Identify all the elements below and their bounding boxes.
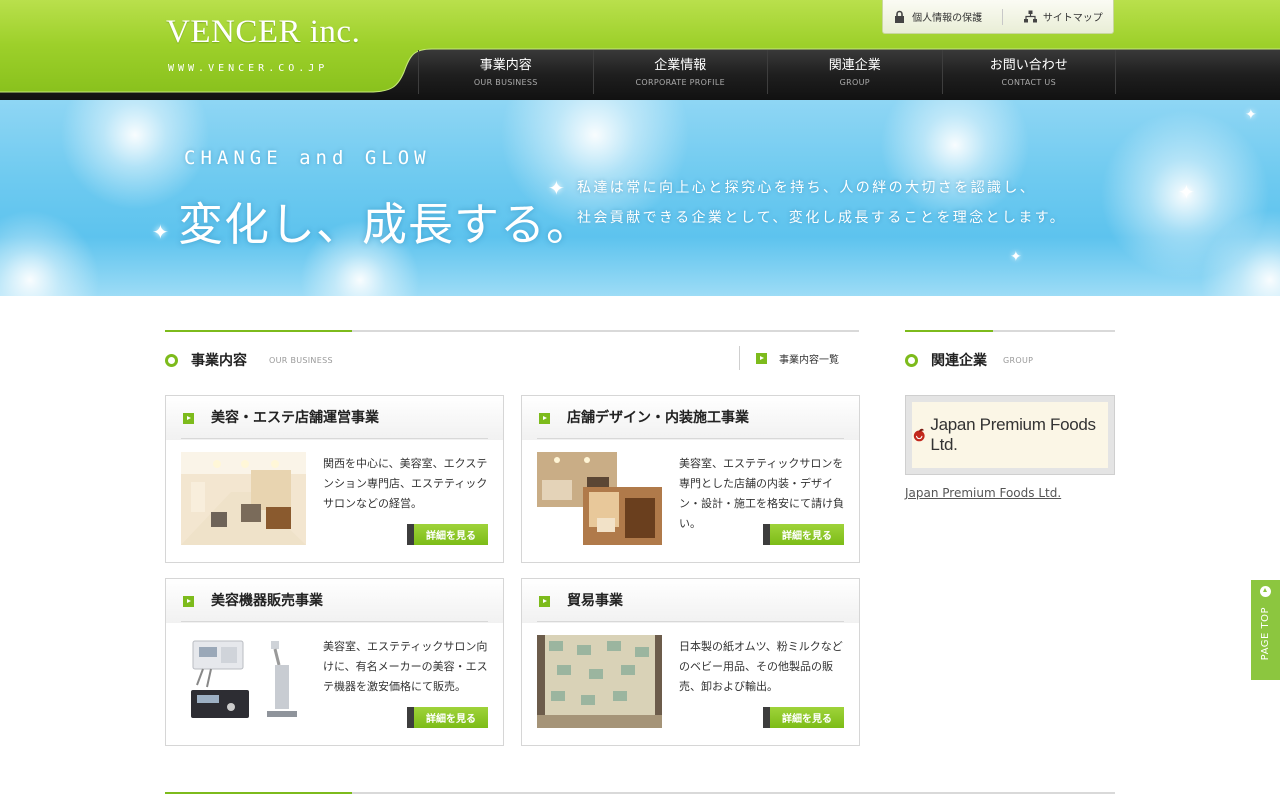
sitemap-link-label: サイトマップ [1042, 13, 1103, 24]
nav-corporate-profile[interactable]: 企業情報 CORPORATE PROFILE [592, 50, 768, 94]
rule-accent [905, 330, 993, 332]
business-section-header: 事業内容 OUR BUSINESS [165, 350, 333, 370]
arrow-icon [183, 413, 194, 424]
group-company-link[interactable]: Japan Premium Foods Ltd. [905, 486, 1061, 500]
nav-label: 事業内容 [479, 58, 532, 73]
card-divider [181, 438, 488, 439]
business-section-title: 事業内容 [191, 353, 247, 369]
arrow-icon [539, 596, 550, 607]
business-list-link[interactable]: 事業内容一覧 [739, 346, 839, 370]
card-title: 店舗デザイン・内装施工事業 [567, 410, 749, 426]
details-button-label: 詳細を見る [782, 531, 832, 542]
beauty-equipment-photo [181, 635, 306, 728]
nav-our-business[interactable]: 事業内容 OUR BUSINESS [418, 50, 593, 94]
privacy-link[interactable]: 個人情報の保護 [893, 9, 982, 24]
privacy-link-label: 個人情報の保護 [912, 13, 983, 24]
site-logo[interactable]: VENCER inc. [166, 14, 360, 51]
footer-section-rule [165, 792, 1115, 794]
card-title: 美容機器販売事業 [211, 593, 323, 609]
trade-goods-photo [537, 635, 662, 728]
star-decoration: ✦ [152, 220, 169, 244]
hero-banner: ✦ ✦ ✦ ✦ ✦ CHANGE and GLOW 変化し、成長する。 私達は常… [0, 100, 1280, 296]
card-header: 美容・エステ店舗運営事業 [166, 396, 503, 440]
card-description: 美容室、エステティックサロンを専門とした店舗の内装・デザイン・設計・施工を格安に… [679, 457, 844, 530]
utility-links: 個人情報の保護 サイトマップ [882, 0, 1114, 34]
sitemap-link[interactable]: サイトマップ [1023, 9, 1103, 24]
card-description: 関西を中心に、美容室、エクステンション専門店、エステティックサロンなどの経営。 [323, 457, 488, 510]
card-title: 美容・エステ店舗運営事業 [211, 410, 379, 426]
details-button-label: 詳細を見る [426, 714, 476, 725]
nav-sublabel: OUR BUSINESS [473, 78, 538, 87]
global-nav: 事業内容 OUR BUSINESS 企業情報 CORPORATE PROFILE… [418, 50, 1116, 94]
site-url: WWW.VENCER.CO.JP [168, 63, 329, 74]
nav-label: 企業情報 [654, 58, 707, 73]
business-card-beauty-equipment: 美容機器販売事業 美容室、エステティックサロン向けに、有名メーカーの美容・エステ… [165, 578, 504, 746]
nav-sublabel: GROUP [839, 78, 870, 87]
card-title: 貿易事業 [567, 593, 623, 609]
business-list-link-label: 事業内容一覧 [779, 354, 839, 366]
group-company-banner[interactable]: Japan Premium Foods Ltd. [905, 395, 1115, 475]
hero-philosophy-line1: 私達は常に向上心と探究心を持ち、人の絆の大切さを認識し、 [577, 180, 1037, 196]
arrow-icon [183, 596, 194, 607]
site-header: VENCER inc. WWW.VENCER.CO.JP 個人情報の保護 サイト… [0, 0, 1280, 100]
hero-subheading: CHANGE and GLOW [184, 147, 431, 169]
group-section-en: GROUP [1003, 355, 1034, 365]
details-button[interactable]: 詳細を見る [763, 707, 844, 728]
nav-label: お問い合わせ [989, 58, 1068, 73]
business-section-en: OUR BUSINESS [269, 355, 333, 365]
salon-interior-photo [181, 452, 306, 545]
leaf-logo-icon [913, 428, 925, 442]
nav-sublabel: CONTACT US [1001, 78, 1056, 87]
rule-accent [165, 330, 352, 332]
lock-icon [895, 10, 905, 23]
card-divider [537, 438, 844, 439]
sparkle-decoration [0, 210, 100, 296]
business-card-trade: 貿易事業 日本製の紙オムツ、粉ミルクなどのベビー用品、その他製品の販売、卸および… [521, 578, 860, 746]
nav-label: 関連企業 [828, 58, 881, 73]
hero-philosophy-line2: 社会貢献できる企業として、変化し成長することを理念とします。 [577, 210, 1067, 226]
details-button[interactable]: 詳細を見る [763, 524, 844, 545]
business-card-store-design: 店舗デザイン・内装施工事業 美容室、エステティックサロンを専門とした店舗の内装・… [521, 395, 860, 563]
details-button[interactable]: 詳細を見る [407, 524, 488, 545]
group-logo-text: Japan Premium Foods Ltd. [930, 415, 1096, 454]
page-top-button[interactable]: PAGE TOP [1251, 580, 1280, 680]
group-logo-area: Japan Premium Foods Ltd. [912, 402, 1108, 468]
star-decoration: ✦ [1178, 180, 1195, 204]
hero-heading: 変化し、成長する。 [178, 198, 593, 251]
sparkle-decoration [880, 100, 1030, 220]
nav-contact-us[interactable]: お問い合わせ CONTACT US [941, 50, 1116, 94]
utility-separator [1002, 8, 1004, 25]
nav-sublabel: CORPORATE PROFILE [635, 78, 725, 87]
sitemap-icon [1023, 10, 1037, 23]
details-button[interactable]: 詳細を見る [407, 707, 488, 728]
group-section-rule [905, 330, 1115, 332]
arrow-icon [539, 413, 550, 424]
card-header: 貿易事業 [522, 579, 859, 623]
group-section-header: 関連企業 GROUP [905, 350, 1033, 370]
business-section-rule [165, 330, 859, 332]
details-button-label: 詳細を見る [426, 531, 476, 542]
card-divider [181, 621, 488, 622]
group-section-title: 関連企業 [931, 353, 987, 369]
card-header: 美容機器販売事業 [166, 579, 503, 623]
card-header: 店舗デザイン・内装施工事業 [522, 396, 859, 440]
nav-group[interactable]: 関連企業 GROUP [767, 50, 942, 94]
card-divider [537, 621, 844, 622]
section-bullet-icon [905, 353, 918, 367]
card-description: 日本製の紙オムツ、粉ミルクなどのベビー用品、その他製品の販売、卸および輸出。 [679, 640, 843, 693]
section-bullet-icon [165, 353, 178, 367]
page-top-label: PAGE TOP [1260, 607, 1271, 661]
arrow-icon [756, 352, 767, 364]
star-decoration: ✦ [1245, 107, 1257, 123]
business-card-salon-operation: 美容・エステ店舗運営事業 関西を中心に、美容室、エクステンション専門店、エステテ… [165, 395, 504, 563]
arrow-up-icon [1260, 586, 1271, 597]
card-description: 美容室、エステティックサロン向けに、有名メーカーの美容・エステ機器を激安価格にて… [323, 640, 488, 693]
rule-accent [165, 792, 352, 794]
store-design-photo [537, 452, 662, 545]
star-decoration: ✦ [1010, 249, 1022, 265]
details-button-label: 詳細を見る [782, 714, 832, 725]
